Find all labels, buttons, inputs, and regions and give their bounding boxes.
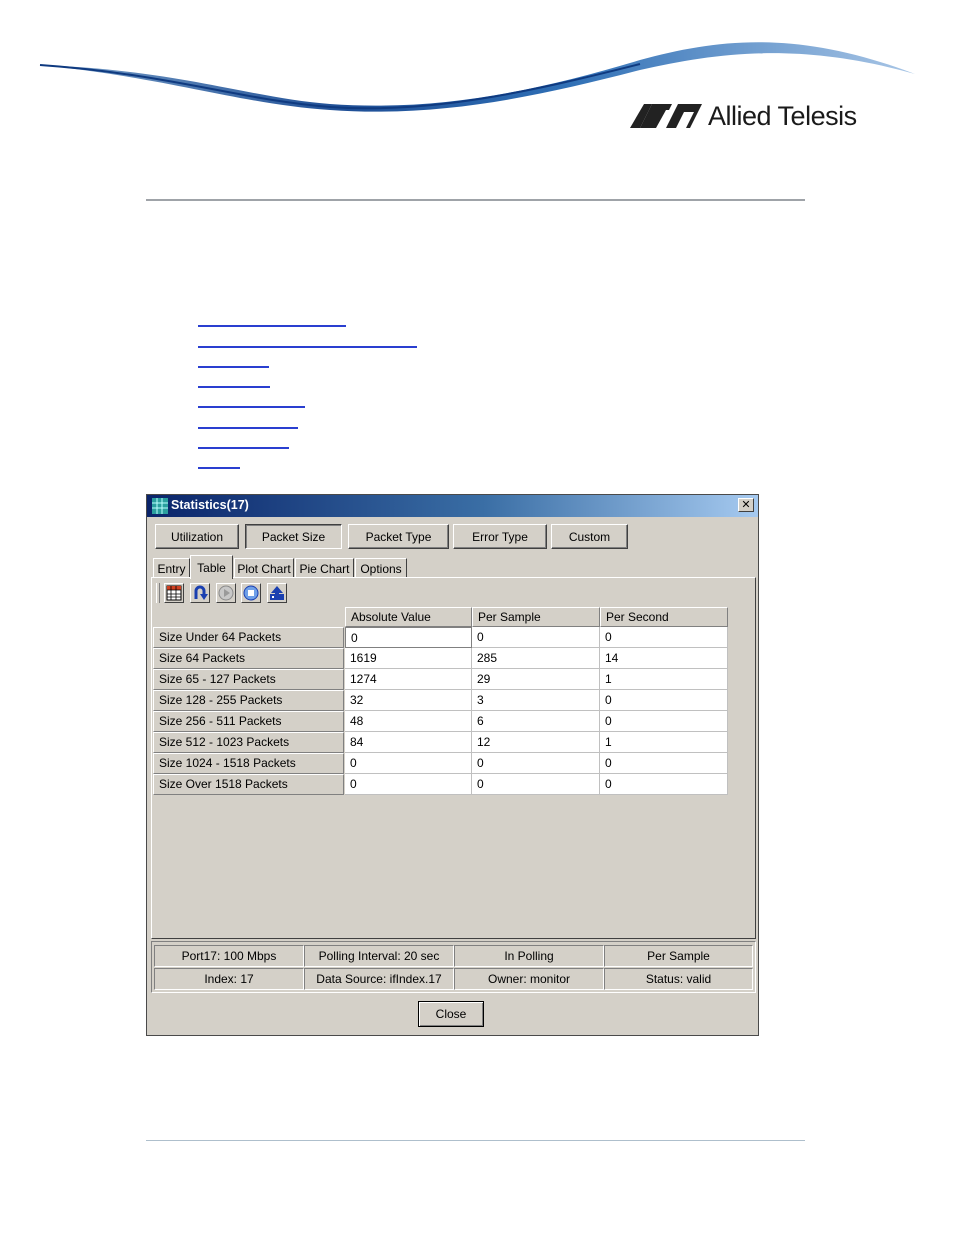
start-polling-button[interactable] — [216, 583, 236, 603]
toolbar-grip[interactable] — [156, 583, 160, 603]
table-cell[interactable]: 285 — [472, 648, 600, 669]
button-label: Error Type — [472, 529, 528, 544]
save-upload-icon — [270, 586, 284, 600]
table-view-button[interactable] — [164, 583, 184, 603]
refresh-button[interactable] — [190, 583, 210, 603]
table-cell[interactable]: 1619 — [345, 648, 472, 669]
doc-link[interactable] — [198, 467, 240, 469]
table-cell[interactable]: 12 — [472, 732, 600, 753]
tab-options[interactable]: Options — [355, 558, 407, 578]
grid-icon — [152, 498, 168, 514]
table-grid-icon — [166, 585, 182, 601]
table-cell[interactable]: 1 — [600, 669, 728, 690]
footer-rule — [146, 1140, 805, 1141]
row-header: Size 512 - 1023 Packets — [153, 732, 344, 753]
refresh-icon — [194, 585, 208, 600]
table-cell[interactable]: 14 — [600, 648, 728, 669]
table-cell[interactable]: 0 — [600, 627, 728, 648]
column-header[interactable]: Per Sample — [472, 607, 600, 627]
save-button[interactable] — [267, 583, 287, 603]
tab-label: Entry — [157, 561, 186, 576]
status-polling-interval: Polling Interval: 20 sec — [304, 945, 454, 967]
table-cell[interactable]: 0 — [472, 753, 600, 774]
table-cell[interactable]: 0 — [600, 690, 728, 711]
button-label: Packet Size — [261, 529, 326, 544]
row-header: Size 128 - 255 Packets — [153, 690, 344, 711]
table-cell[interactable]: 6 — [472, 711, 600, 732]
statistics-dialog: Statistics(17) ✕ Utilization Packet Size… — [146, 494, 759, 1036]
row-header: Size Under 64 Packets — [153, 627, 344, 648]
error-type-button[interactable]: Error Type — [453, 524, 547, 549]
close-window-button[interactable]: ✕ — [738, 498, 754, 512]
table-cell[interactable]: 29 — [472, 669, 600, 690]
brand-name: Allied Telesis — [708, 100, 857, 131]
row-header: Size 1024 - 1518 Packets — [153, 753, 344, 774]
status-index: Index: 17 — [154, 968, 304, 990]
table-cell[interactable]: 0 — [345, 627, 472, 648]
status-port: Port17: 100 Mbps — [154, 945, 304, 967]
table-cell[interactable]: 0 — [600, 753, 728, 774]
table-cell[interactable]: 0 — [600, 774, 728, 795]
table-cell[interactable]: 0 — [472, 774, 600, 795]
tab-label: Options — [360, 561, 402, 576]
table-cell[interactable]: 0 — [600, 711, 728, 732]
tab-label: Pie Chart — [299, 561, 350, 576]
packet-size-button[interactable]: Packet Size — [245, 524, 342, 549]
utilization-button[interactable]: Utilization — [155, 524, 239, 549]
tab-table[interactable]: Table — [190, 555, 233, 579]
brand-logo: Allied Telesis — [630, 100, 857, 132]
title-bar[interactable]: Statistics(17) ✕ — [147, 495, 758, 517]
row-header: Size Over 1518 Packets — [153, 774, 344, 795]
column-header[interactable]: Absolute Value — [345, 607, 472, 627]
table-cell[interactable]: 3 — [472, 690, 600, 711]
status-data-source: Data Source: ifIndex.17 — [304, 968, 454, 990]
row-header: Size 64 Packets — [153, 648, 344, 669]
row-header: Size 65 - 127 Packets — [153, 669, 344, 690]
doc-link[interactable] — [198, 386, 270, 388]
tab-label: Plot Chart — [237, 561, 291, 576]
doc-link[interactable] — [198, 427, 298, 429]
table-cell[interactable]: 1274 — [345, 669, 472, 690]
tab-pie-chart[interactable]: Pie Chart — [295, 558, 354, 578]
status-mode: Per Sample — [604, 945, 753, 967]
doc-link[interactable] — [198, 366, 269, 368]
close-button[interactable]: Close — [418, 1001, 484, 1027]
button-label: Utilization — [170, 529, 224, 544]
table-cell[interactable]: 0 — [472, 627, 600, 648]
tab-label: Table — [197, 560, 226, 575]
tab-entry[interactable]: Entry — [153, 558, 190, 578]
status-validity: Status: valid — [604, 968, 753, 990]
doc-link[interactable] — [198, 447, 289, 449]
table-cell[interactable]: 32 — [345, 690, 472, 711]
button-label: Custom — [568, 529, 611, 544]
allied-telesis-logo-mark — [630, 104, 702, 128]
status-polling-state: In Polling — [454, 945, 604, 967]
doc-link[interactable] — [198, 346, 417, 348]
window-title: Statistics(17) — [171, 498, 249, 512]
table-cell[interactable]: 1 — [600, 732, 728, 753]
table-cell[interactable]: 48 — [345, 711, 472, 732]
table-cell[interactable]: 0 — [345, 753, 472, 774]
play-icon — [218, 585, 234, 601]
doc-link[interactable] — [198, 325, 346, 327]
status-owner: Owner: monitor — [454, 968, 604, 990]
stop-icon — [243, 585, 259, 601]
stop-polling-button[interactable] — [241, 583, 261, 603]
column-header[interactable]: Per Second — [600, 607, 728, 627]
button-label: Packet Type — [365, 529, 432, 544]
tab-plot-chart[interactable]: Plot Chart — [234, 558, 294, 578]
table-cell[interactable]: 84 — [345, 732, 472, 753]
table-cell[interactable]: 0 — [345, 774, 472, 795]
packet-type-button[interactable]: Packet Type — [348, 524, 449, 549]
doc-link[interactable] — [198, 406, 305, 408]
close-icon: ✕ — [741, 498, 751, 511]
row-header: Size 256 - 511 Packets — [153, 711, 344, 732]
header-rule — [146, 199, 805, 201]
custom-button[interactable]: Custom — [551, 524, 628, 549]
